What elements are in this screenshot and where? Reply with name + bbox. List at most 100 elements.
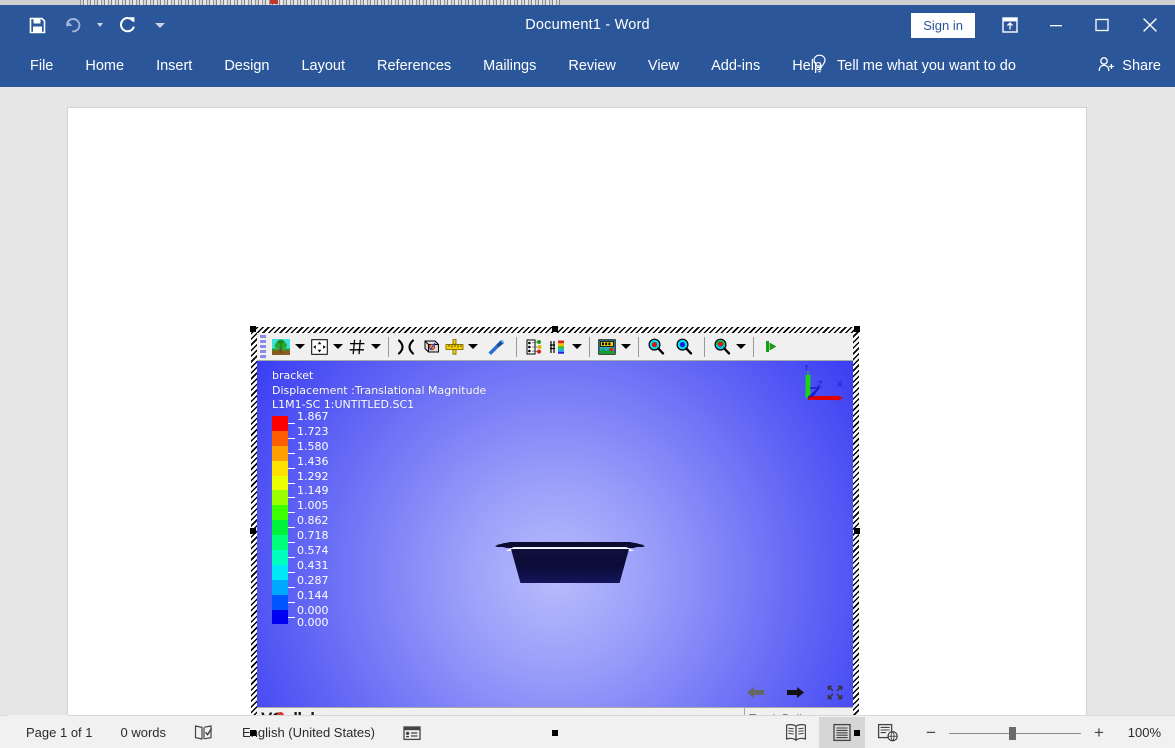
close-icon[interactable] [1125, 5, 1175, 45]
colorbar-tick [288, 556, 295, 558]
toolbar-separator [704, 336, 705, 357]
read-mode-icon[interactable] [773, 717, 819, 748]
zoom-slider-thumb[interactable] [1009, 726, 1016, 740]
colorbar-swatch [272, 579, 288, 595]
embedded-vcollab-object[interactable]: bracket Displacement :Translational Magn… [250, 326, 860, 736]
toolbar-button-bounding-box[interactable] [418, 335, 442, 359]
ribbon-display-options-icon[interactable] [987, 5, 1033, 45]
scene-background-icon [269, 336, 293, 358]
tab-insert[interactable]: Insert [140, 45, 208, 87]
zoom-out-button[interactable]: − [923, 723, 939, 743]
resize-handle-ne[interactable] [854, 326, 860, 332]
model-name-label: bracket [272, 369, 314, 382]
tab-references[interactable]: References [361, 45, 467, 87]
toolbar-button-fit-view[interactable] [307, 335, 345, 359]
tab-review[interactable]: Review [552, 45, 632, 87]
tab-home[interactable]: Home [69, 45, 140, 87]
toolbar-button-measure[interactable] [442, 335, 480, 359]
toolbar-button-result-map[interactable] [595, 335, 633, 359]
toolbar-button-contour-legend[interactable] [546, 335, 584, 359]
accessibility-checker-icon[interactable] [389, 716, 435, 748]
toolbar-button-zoom-probe[interactable] [710, 335, 748, 359]
colorbar-tick-label: 1.005 [297, 499, 329, 513]
fit-to-window-icon[interactable] [825, 683, 845, 701]
resize-handle-e[interactable] [854, 528, 860, 534]
resize-handle-sw[interactable] [250, 730, 256, 736]
vcollab-3d-viewport[interactable]: bracket Displacement :Translational Magn… [257, 361, 853, 707]
grid-icon [345, 336, 369, 358]
tab-file[interactable]: File [14, 45, 69, 87]
tab-addins[interactable]: Add-ins [695, 45, 776, 87]
model-rim [495, 543, 645, 547]
vcollab-viewer[interactable]: bracket Displacement :Translational Magn… [257, 333, 853, 729]
toolbar-button-zoom-blue[interactable] [672, 335, 696, 359]
colorbar-swatch [272, 505, 288, 521]
maximize-icon[interactable] [1079, 5, 1125, 45]
tab-mailings[interactable]: Mailings [467, 45, 552, 87]
sign-in-button[interactable]: Sign in [911, 12, 975, 38]
toolbar-button-overflow[interactable] [759, 335, 783, 359]
colorbar-swatch [272, 490, 288, 506]
colorbar-swatch [272, 430, 288, 446]
zoom-red-icon [644, 336, 668, 358]
tell-me-box[interactable]: Tell me what you want to do [812, 45, 1016, 87]
resize-handle-n[interactable] [552, 326, 558, 332]
word-count[interactable]: 0 words [107, 716, 181, 748]
toolbar-button-zoom-red[interactable] [644, 335, 668, 359]
result-map-caret-icon[interactable] [619, 336, 633, 358]
toolbar-button-grid[interactable] [345, 335, 383, 359]
colorbar-tick-label: 1.580 [297, 439, 329, 453]
measure-icon [442, 336, 466, 358]
measure-caret-icon[interactable] [466, 336, 480, 358]
scene-background-caret-icon[interactable] [293, 336, 307, 358]
colorbar-tick-label: 0.431 [297, 558, 329, 572]
colorbar-swatch [272, 475, 288, 491]
minimize-icon[interactable] [1033, 5, 1079, 45]
colorbar-tick [288, 571, 295, 573]
tab-layout[interactable]: Layout [285, 45, 361, 87]
tab-view[interactable]: View [632, 45, 695, 87]
next-state-icon[interactable] [785, 683, 805, 701]
document-page[interactable]: bracket Displacement :Translational Magn… [67, 107, 1087, 736]
resize-handle-nw[interactable] [250, 326, 256, 332]
status-bar-notch [8, 715, 68, 718]
tell-me-label: Tell me what you want to do [837, 58, 1016, 74]
bracket-3d-model[interactable] [495, 542, 645, 590]
document-area[interactable]: bracket Displacement :Translational Magn… [0, 87, 1175, 736]
colorbar-swatch [272, 594, 288, 610]
toolbar-button-model-tree[interactable] [522, 335, 546, 359]
page-indicator[interactable]: Page 1 of 1 [12, 716, 107, 748]
colorbar-swatch [272, 460, 288, 476]
zoom-level-label[interactable]: 100% [1117, 725, 1161, 740]
result-title-label: Displacement :Translational Magnitude [272, 383, 487, 397]
fit-view-caret-icon[interactable] [331, 336, 345, 358]
zoom-probe-caret-icon[interactable] [734, 336, 748, 358]
colorbar-tick-label: 0.144 [297, 588, 329, 602]
colorbar-tick-label: 1.867 [297, 409, 329, 423]
toolbar-button-scene-background[interactable] [269, 335, 307, 359]
contour-legend-caret-icon[interactable] [570, 336, 584, 358]
colorbar-swatch [272, 520, 288, 536]
model-body [511, 549, 629, 583]
toolbar-separator [388, 336, 389, 357]
toolbar-gripper[interactable] [259, 334, 266, 359]
grid-caret-icon[interactable] [369, 336, 383, 358]
colorbar-swatch [272, 416, 288, 431]
tab-design[interactable]: Design [208, 45, 285, 87]
zoom-blue-icon [672, 336, 696, 358]
colorbar-tick [288, 527, 295, 529]
resize-handle-w[interactable] [250, 528, 256, 534]
toolbar-button-probe[interactable] [484, 335, 508, 359]
zoom-slider[interactable] [949, 725, 1081, 741]
proofing-errors-icon[interactable] [180, 716, 228, 748]
colorbar-tick [288, 422, 295, 424]
web-layout-icon[interactable] [865, 717, 911, 748]
resize-handle-se[interactable] [854, 730, 860, 736]
colorbar-tick [288, 542, 295, 544]
zoom-in-button[interactable]: + [1091, 723, 1107, 743]
toolbar-button-free-rotate[interactable] [394, 335, 418, 359]
ribbon-tabs: File Home Insert Design Layout Reference… [14, 45, 838, 87]
share-button[interactable]: Share [1097, 45, 1161, 87]
resize-handle-s[interactable] [552, 730, 558, 736]
previous-state-icon[interactable] [745, 683, 765, 701]
